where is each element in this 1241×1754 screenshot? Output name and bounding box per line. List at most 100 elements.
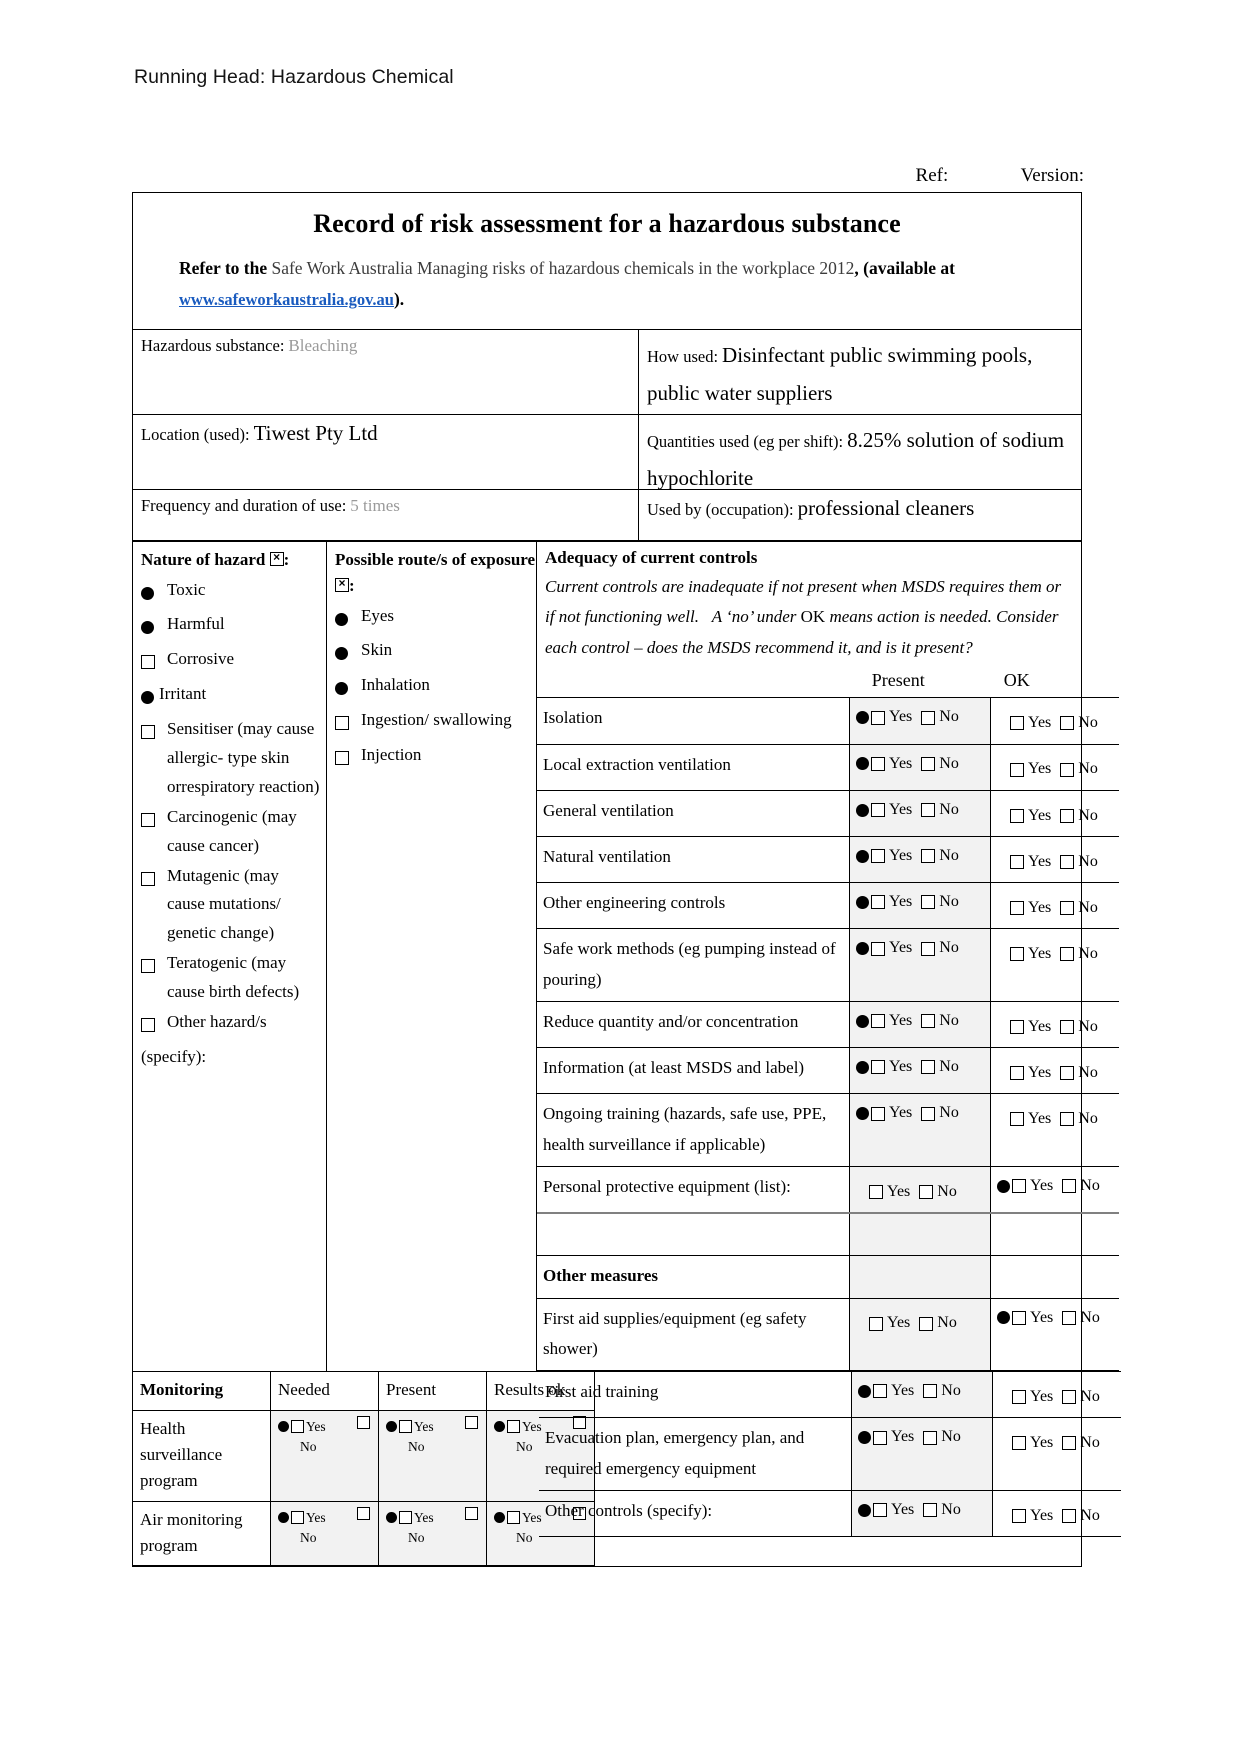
yes-option[interactable]: Yes No xyxy=(858,1496,961,1524)
option-row[interactable]: Skin xyxy=(335,636,530,670)
no-checkbox-icon[interactable] xyxy=(921,803,936,818)
no-checkbox-icon[interactable] xyxy=(921,1014,936,1029)
present-checkbox-cell[interactable]: Yes No xyxy=(851,1417,993,1491)
option-row[interactable]: Teratogenic (may cause birth defects) xyxy=(141,949,320,1007)
yes-checkbox-icon[interactable] xyxy=(1012,1390,1026,1405)
yes-checkbox-icon[interactable] xyxy=(1010,1066,1024,1081)
yes-checkbox-icon[interactable] xyxy=(1012,1179,1026,1194)
yes-option[interactable]: Yes No xyxy=(997,1013,1098,1041)
no-checkbox-icon[interactable] xyxy=(1060,716,1075,731)
option-row[interactable]: Eyes xyxy=(335,602,530,636)
yes-checkbox-icon[interactable] xyxy=(1010,1019,1024,1034)
no-checkbox-icon[interactable] xyxy=(923,1503,938,1518)
no-checkbox-icon[interactable] xyxy=(921,849,936,864)
ok-checkbox-cell[interactable]: Yes No xyxy=(990,743,1119,791)
ok-checkbox-cell[interactable]: Yes No xyxy=(990,882,1119,930)
option-row[interactable]: Ingestion/ swallowing xyxy=(335,706,530,740)
option-mark[interactable] xyxy=(335,636,361,670)
ok-checkbox-cell[interactable]: Yes No xyxy=(992,1489,1121,1538)
no-checkbox-icon[interactable] xyxy=(921,756,936,771)
empty-checkbox-icon[interactable] xyxy=(141,725,155,740)
option-mark[interactable] xyxy=(141,949,167,983)
yes-checkbox-icon[interactable] xyxy=(291,1510,304,1524)
yes-option[interactable]: Yes No xyxy=(858,1423,961,1451)
present-checkbox-cell[interactable]: Yes No xyxy=(849,1000,991,1049)
yes-checkbox-icon[interactable] xyxy=(871,756,885,771)
yes-option[interactable]: Yes xyxy=(386,1506,480,1529)
present-checkbox-cell[interactable]: Yes No xyxy=(849,882,991,930)
no-checkbox-icon[interactable] xyxy=(1060,901,1075,916)
yes-checkbox-icon[interactable] xyxy=(873,1384,887,1399)
yes-checkbox-icon[interactable] xyxy=(1012,1508,1026,1523)
yes-checkbox-icon[interactable] xyxy=(1010,762,1024,777)
empty-checkbox-icon[interactable] xyxy=(141,812,155,827)
empty-checkbox-icon[interactable] xyxy=(335,751,349,766)
ok-checkbox-cell[interactable]: Yes No xyxy=(990,1093,1119,1167)
no-checkbox-icon[interactable] xyxy=(919,1184,934,1199)
yes-checkbox-icon[interactable] xyxy=(1012,1310,1026,1325)
no-checkbox-icon[interactable] xyxy=(1060,762,1075,777)
present-checkbox-cell[interactable]: Yes No xyxy=(849,789,991,838)
no-checkbox-icon[interactable] xyxy=(1060,1019,1075,1034)
empty-checkbox-icon[interactable] xyxy=(141,1017,155,1032)
yes-checkbox-icon[interactable] xyxy=(399,1510,412,1524)
yes-checkbox-icon[interactable] xyxy=(873,1503,887,1518)
yes-option[interactable]: Yes No xyxy=(856,934,959,962)
option-mark[interactable] xyxy=(335,741,361,775)
ok-checkbox-cell[interactable]: Yes No xyxy=(990,1165,1119,1214)
yes-checkbox-icon[interactable] xyxy=(871,941,885,956)
yes-option[interactable]: Yes No xyxy=(997,940,1098,968)
option-mark[interactable] xyxy=(141,645,167,679)
yes-option[interactable]: Yes No xyxy=(856,888,959,916)
yes-option[interactable]: Yes No xyxy=(856,796,959,824)
yes-option[interactable]: Yes No xyxy=(856,1178,957,1206)
yes-option[interactable]: Yes No xyxy=(997,755,1098,783)
yes-checkbox-icon[interactable] xyxy=(1010,808,1024,823)
present-checkbox-cell[interactable]: Yes No xyxy=(851,1371,993,1419)
yes-checkbox-icon[interactable] xyxy=(871,803,885,818)
option-row[interactable]: Harmful xyxy=(141,610,320,644)
option-row[interactable]: Injection xyxy=(335,741,530,775)
present-checkbox-cell[interactable]: Yes No xyxy=(849,1093,991,1167)
ok-checkbox-cell[interactable]: Yes No xyxy=(990,928,1119,1002)
no-checkbox-icon[interactable] xyxy=(921,710,936,725)
yes-option[interactable]: Yes No xyxy=(856,1309,957,1337)
yes-checkbox-icon[interactable] xyxy=(507,1510,520,1524)
yes-checkbox-icon[interactable] xyxy=(291,1419,304,1433)
no-checkbox-icon[interactable] xyxy=(1062,1179,1077,1194)
yes-option[interactable]: Yes No xyxy=(856,1007,959,1035)
present-checkbox-cell[interactable]: Yes No xyxy=(849,1297,991,1372)
option-mark[interactable] xyxy=(335,671,361,705)
yes-option[interactable]: Yes xyxy=(278,1506,372,1529)
no-checkbox-icon[interactable] xyxy=(921,1060,936,1075)
yes-checkbox-icon[interactable] xyxy=(871,1106,885,1121)
present-checkbox-cell[interactable]: Yes No xyxy=(849,697,991,745)
empty-checkbox-icon[interactable] xyxy=(141,655,155,670)
no-checkbox-icon[interactable] xyxy=(1062,1310,1077,1325)
no-checkbox-icon[interactable] xyxy=(465,1506,478,1520)
yes-checkbox-icon[interactable] xyxy=(873,1430,887,1445)
option-mark[interactable] xyxy=(335,602,361,636)
present-checkbox-cell[interactable]: Yes No xyxy=(849,743,991,791)
option-row[interactable]: Other hazard/s xyxy=(141,1008,320,1042)
ok-checkbox-cell[interactable]: Yes No xyxy=(990,1297,1119,1372)
yes-option[interactable]: Yes No xyxy=(997,848,1098,876)
yes-checkbox-icon[interactable] xyxy=(399,1419,412,1433)
option-mark[interactable] xyxy=(141,576,167,610)
monitoring-needed-cell[interactable]: Yes No xyxy=(270,1409,379,1502)
monitoring-present-cell[interactable]: Yes No xyxy=(378,1500,487,1567)
option-mark[interactable] xyxy=(141,1008,167,1042)
no-checkbox-icon[interactable] xyxy=(923,1384,938,1399)
yes-checkbox-icon[interactable] xyxy=(1010,947,1024,962)
yes-option[interactable]: Yes xyxy=(278,1415,372,1438)
yes-option[interactable]: Yes No xyxy=(856,750,959,778)
no-checkbox-icon[interactable] xyxy=(465,1415,478,1429)
present-checkbox-cell[interactable]: Yes No xyxy=(849,928,991,1002)
yes-checkbox-icon[interactable] xyxy=(1010,716,1024,731)
no-checkbox-icon[interactable] xyxy=(1060,855,1075,870)
ok-checkbox-cell[interactable]: Yes No xyxy=(992,1417,1121,1491)
yes-option[interactable]: Yes No xyxy=(997,709,1098,737)
yes-option[interactable]: Yes No xyxy=(858,1377,961,1405)
option-row[interactable]: Toxic xyxy=(141,576,320,610)
option-row[interactable]: Corrosive xyxy=(141,645,320,679)
